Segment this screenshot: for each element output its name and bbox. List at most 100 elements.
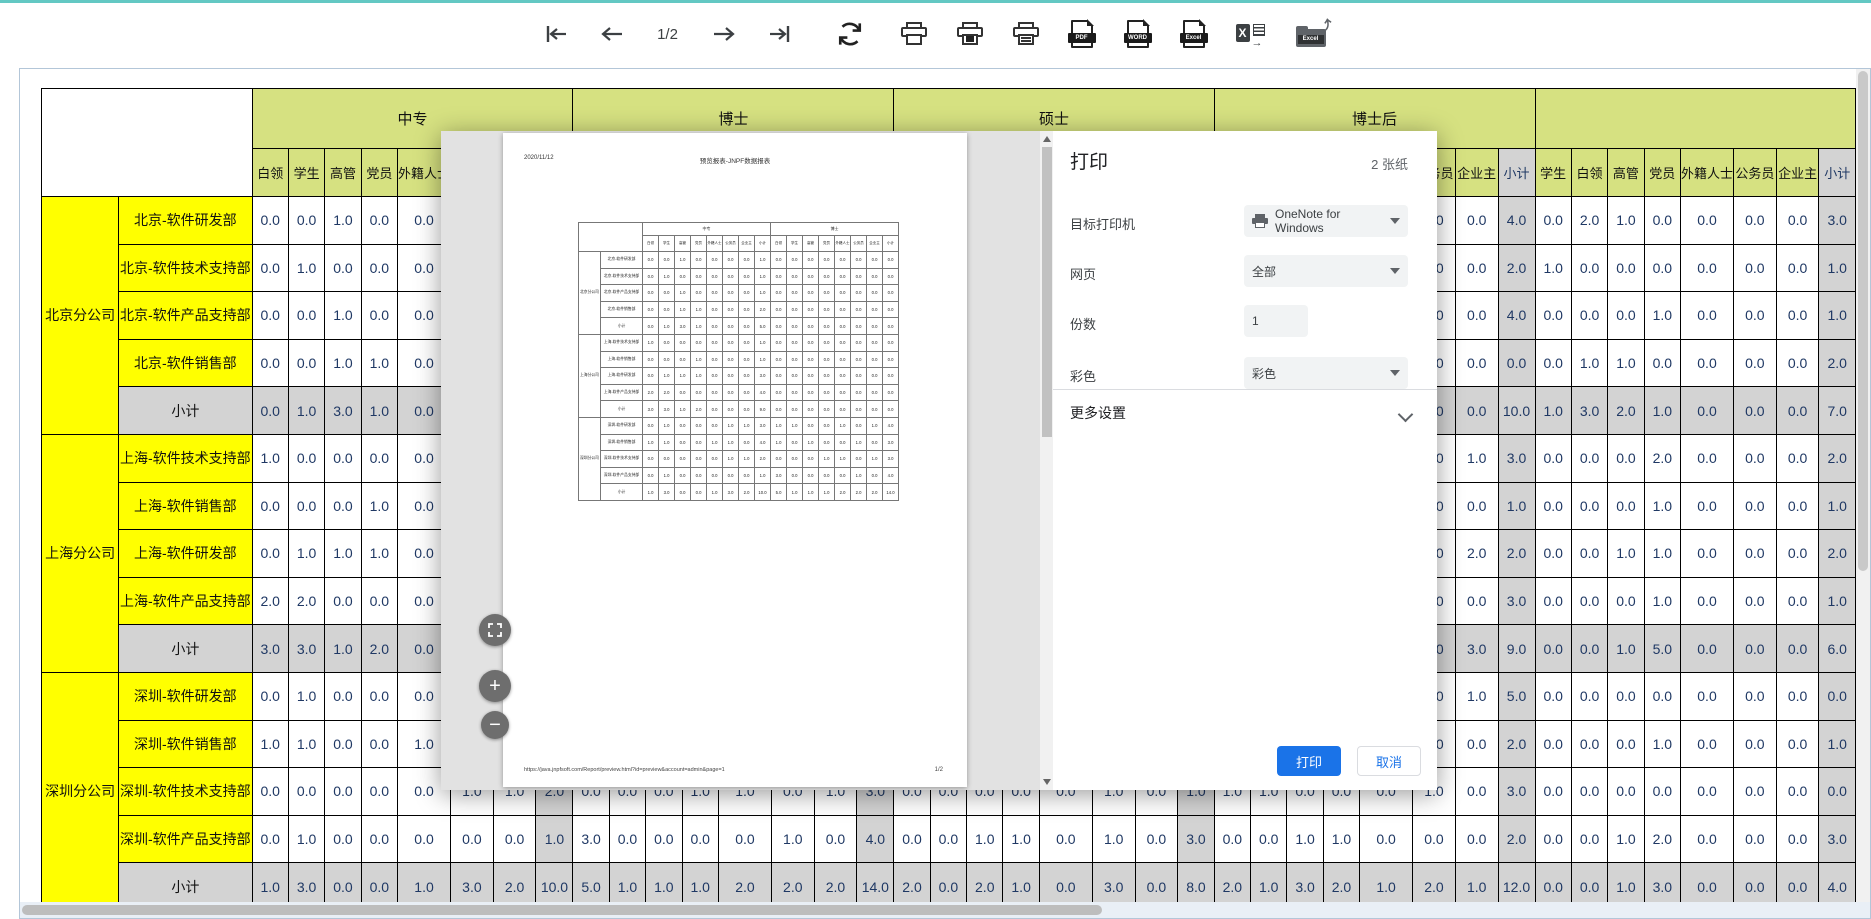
report-toolbar: 1/2 PDF WORD Excel X → ⤴ Excel — [0, 3, 1871, 65]
vertical-scrollbar[interactable] — [1856, 69, 1870, 902]
scroll-up-arrow-icon[interactable] — [1042, 136, 1051, 142]
export-excel-data-icon[interactable]: X → — [1235, 19, 1269, 49]
data-cell: 0.0 — [1643, 671, 1682, 721]
data-cell: 0.0 — [1679, 719, 1735, 769]
data-cell: 0.0 — [1454, 481, 1499, 531]
data-cell: 0.0 — [360, 719, 399, 769]
horizontal-scrollbar-thumb[interactable] — [22, 905, 1102, 915]
data-cell: 0.0 — [1775, 196, 1820, 245]
data-cell: 0.0 — [1775, 529, 1820, 578]
export-pdf-icon[interactable]: PDF — [1067, 19, 1097, 49]
data-cell: 0.0 — [1733, 719, 1777, 769]
data-cell: 1.0 — [645, 862, 683, 902]
column-header: 小计 — [1818, 148, 1856, 197]
data-cell: 3.0 — [1497, 767, 1536, 816]
data-cell: 1.0 — [360, 529, 399, 578]
word-doc-glyph: WORD — [1123, 19, 1152, 48]
next-page-button[interactable] — [709, 19, 739, 49]
data-cell: 0.0 — [360, 291, 399, 340]
data-cell: 1.0 — [397, 862, 452, 902]
data-cell: 1.0 — [1818, 481, 1856, 531]
data-cell: 0.0 — [1775, 624, 1820, 673]
data-cell: 0.0 — [360, 433, 399, 483]
data-cell: 0.0 — [1733, 767, 1777, 816]
horizontal-scrollbar[interactable] — [20, 902, 1870, 918]
color-select[interactable]: 彩色 — [1244, 357, 1408, 389]
data-cell: 0.0 — [1534, 814, 1572, 864]
data-cell: 4.0 — [1818, 862, 1856, 902]
zoom-in-button[interactable]: + — [479, 670, 511, 702]
data-cell: 4.0 — [1497, 291, 1536, 340]
export-excel-icon[interactable]: Excel — [1179, 19, 1209, 49]
data-cell: 0.0 — [360, 576, 399, 626]
dept-header-cell: 上海-软件技术支持部 — [118, 433, 253, 483]
dept-header-cell: 小计 — [118, 862, 253, 902]
data-cell: 0.0 — [1038, 862, 1093, 902]
cancel-button[interactable]: 取消 — [1357, 746, 1421, 776]
preview-scrollbar-thumb[interactable] — [1041, 147, 1052, 437]
data-cell: 0.0 — [1607, 243, 1645, 293]
data-cell: 0.0 — [1775, 291, 1820, 340]
data-cell: 0.0 — [1534, 862, 1572, 902]
prev-page-button[interactable] — [597, 19, 627, 49]
data-cell: 9.0 — [1497, 624, 1536, 673]
column-header: 白领 — [1570, 148, 1609, 197]
data-cell: 0.0 — [929, 814, 968, 864]
print-image-icon[interactable] — [1011, 19, 1041, 49]
table-row: 小计 1.0 3.0 0.0 0.0 1.0 3.0 2.0 10.0 5.0 1.0 1.0 1.0 2… — [42, 862, 1856, 902]
dept-header-cell: 上海-软件产品支持部 — [118, 576, 253, 626]
branch-header-cell: 北京分公司 — [40, 196, 120, 435]
data-cell: 2.0 — [360, 624, 399, 673]
data-cell: 0.0 — [1643, 196, 1682, 245]
data-cell: 0.0 — [1775, 243, 1820, 293]
color-value: 彩色 — [1252, 366, 1277, 381]
data-cell: 1.0 — [287, 529, 326, 578]
data-cell: 5.0 — [1497, 671, 1536, 721]
preview-scrollbar[interactable] — [1040, 131, 1053, 790]
pages-select[interactable]: 全部 — [1244, 255, 1408, 287]
scroll-down-arrow-icon[interactable] — [1042, 779, 1051, 785]
data-cell: 2.0 — [1497, 814, 1536, 864]
first-page-button[interactable] — [541, 19, 571, 49]
data-cell: 0.0 — [324, 481, 362, 531]
column-header: 小计 — [1497, 148, 1536, 197]
print-settings-panel: 打印 2 张纸 目标打印机 OneNote for Windows 网页 全部 … — [1053, 131, 1437, 790]
data-cell: 0.0 — [1454, 719, 1499, 769]
last-page-button[interactable] — [765, 19, 795, 49]
data-cell: 0.0 — [1570, 767, 1609, 816]
import-excel-icon[interactable]: ⤴ Excel — [1295, 17, 1333, 49]
more-settings-button[interactable]: 更多设置 — [1070, 403, 1126, 423]
destination-select[interactable]: OneNote for Windows — [1244, 205, 1408, 237]
data-cell: 2.0 — [893, 862, 931, 902]
data-cell: 0.0 — [1534, 767, 1572, 816]
data-cell: 3.0 — [1818, 196, 1856, 245]
chevron-down-icon[interactable] — [1397, 406, 1414, 423]
data-cell: 3.0 — [1570, 386, 1609, 435]
data-cell: 0.0 — [1570, 529, 1609, 578]
zoom-out-button[interactable]: − — [481, 711, 509, 739]
export-word-icon[interactable]: WORD — [1123, 19, 1153, 49]
data-cell: 0.0 — [1679, 433, 1735, 483]
data-cell: 1.0 — [1643, 386, 1682, 435]
data-cell: 0.0 — [324, 767, 362, 816]
data-cell: 1.0 — [1643, 481, 1682, 531]
data-cell: 0.0 — [1534, 291, 1572, 340]
data-cell: 0.0 — [893, 814, 931, 864]
corner-cell — [41, 88, 253, 197]
print-pdf-icon[interactable] — [955, 19, 985, 49]
print-icon[interactable] — [899, 19, 929, 49]
printer-glyph — [956, 21, 983, 47]
print-button[interactable]: 打印 — [1277, 746, 1341, 776]
copies-input[interactable]: 1 — [1244, 305, 1308, 337]
data-cell: 2.0 — [1818, 529, 1856, 578]
refresh-icon[interactable] — [835, 19, 865, 49]
data-cell: 5.0 — [572, 862, 610, 902]
pages-label: 网页 — [1070, 267, 1097, 282]
data-cell: 1.0 — [681, 862, 719, 902]
data-cell: 0.0 — [1679, 862, 1735, 902]
data-cell: 0.0 — [1454, 196, 1499, 245]
data-cell: 0.0 — [1733, 386, 1777, 435]
fullscreen-button[interactable] — [479, 614, 511, 646]
data-cell: 0.0 — [1733, 291, 1777, 340]
vertical-scrollbar-thumb[interactable] — [1858, 71, 1868, 571]
